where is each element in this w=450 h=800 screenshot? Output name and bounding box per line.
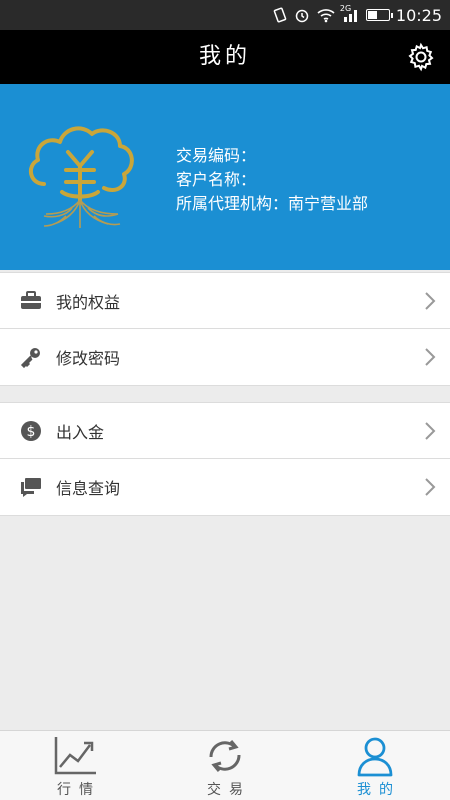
menu-item-info-query[interactable]: 信息查询: [0, 459, 450, 515]
chevron-right-icon: [425, 292, 436, 310]
menu-group-account: 我的权益 修改密码: [0, 272, 450, 386]
gear-icon[interactable]: [406, 42, 436, 72]
title-bar: 我的: [0, 30, 450, 84]
chevron-right-icon: [425, 348, 436, 366]
chart-icon: [54, 737, 96, 775]
network-type: 2G: [339, 4, 352, 13]
svg-text:$: $: [27, 424, 36, 440]
agency: 所属代理机构：南宁营业部: [176, 194, 369, 213]
tab-label: 交易: [207, 782, 251, 798]
menu-label: 修改密码: [56, 349, 121, 368]
key-icon: [20, 346, 42, 368]
briefcase-icon: [20, 290, 42, 312]
bottom-nav: 行情 交易 我的: [0, 730, 450, 800]
signal-icon: 2G: [339, 0, 360, 30]
profile-banner: 交易编码： 客户名称： 所属代理机构：南宁营业部: [0, 84, 450, 270]
wifi-icon: [316, 0, 336, 30]
alarm-icon: [294, 0, 310, 30]
status-bar: 2G 10:25: [0, 0, 450, 30]
chat-icon: [20, 476, 42, 498]
menu-item-equity[interactable]: 我的权益: [0, 273, 450, 329]
page-title: 我的: [198, 44, 251, 69]
tab-market[interactable]: 行情: [0, 731, 150, 800]
dollar-icon: $: [20, 420, 42, 442]
tab-label: 我的: [357, 782, 401, 798]
menu-label: 出入金: [56, 422, 105, 442]
vibrate-icon: [272, 0, 288, 30]
customer-name: 客户名称：: [176, 170, 257, 189]
tab-mine[interactable]: 我的: [300, 731, 450, 800]
menu-label: 我的权益: [56, 292, 121, 312]
trade-code: 交易编码：: [176, 146, 257, 165]
battery-icon: [365, 0, 393, 30]
status-icons: 2G 10:25: [272, 0, 442, 30]
tab-label: 行情: [57, 782, 101, 798]
tab-trade[interactable]: 交易: [150, 731, 300, 800]
menu-group-funds: $ 出入金 信息查询: [0, 402, 450, 516]
refresh-icon: [209, 740, 241, 772]
menu-label: 信息查询: [56, 479, 121, 498]
user-icon: [357, 737, 393, 777]
chevron-right-icon: [425, 422, 436, 440]
chevron-right-icon: [425, 478, 436, 496]
money-tree-logo: [28, 126, 134, 228]
profile-info: 交易编码： 客户名称： 所属代理机构：南宁营业部: [176, 144, 368, 216]
menu-item-deposit-withdraw[interactable]: $ 出入金: [0, 403, 450, 459]
menu-item-change-password[interactable]: 修改密码: [0, 329, 450, 385]
status-time: 10:25: [395, 5, 442, 25]
